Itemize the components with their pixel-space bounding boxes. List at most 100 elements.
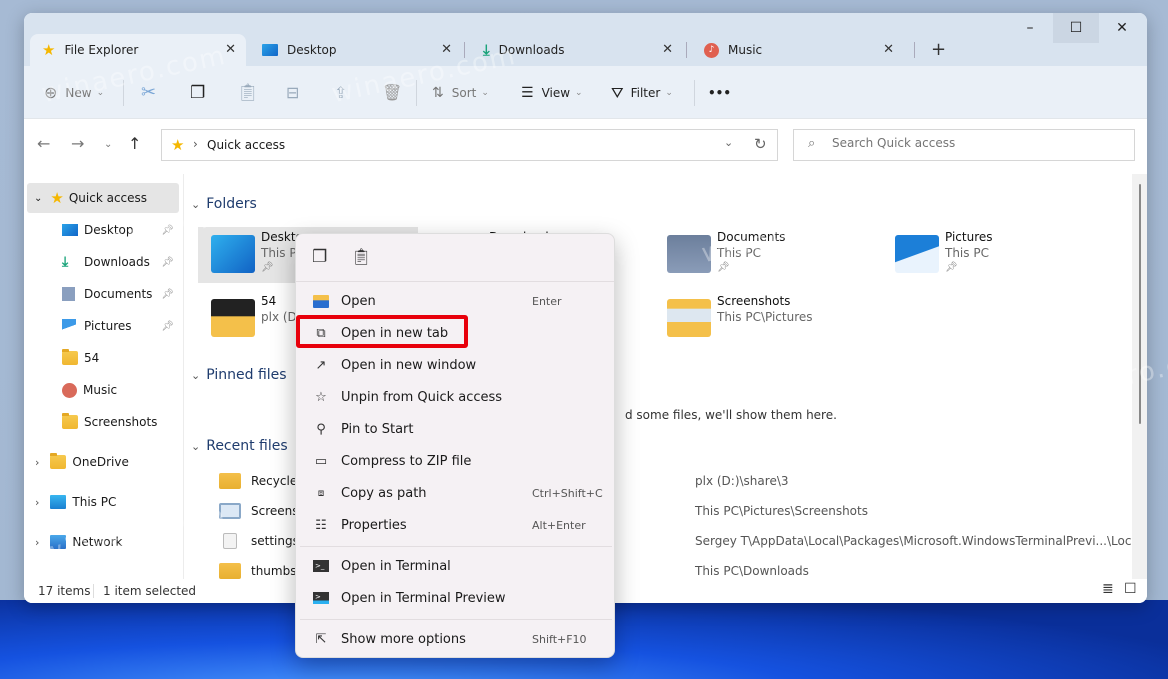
sidebar-item-54[interactable]: 54 [24, 343, 180, 373]
chevron-down-icon: ⌄ [481, 87, 489, 98]
recent-locations-button[interactable]: ⌄ [104, 139, 112, 150]
up-button[interactable]: ↑ [128, 134, 141, 153]
menu-item-show-more-options[interactable]: ⇱ Show more options Shift+F10 [302, 624, 608, 654]
chevron-down-icon[interactable]: ⌄ [724, 136, 733, 149]
star-icon: ★ [171, 136, 185, 154]
folder-icon [211, 299, 255, 337]
tab-file-explorer[interactable]: ★ File Explorer ✕ [30, 34, 246, 66]
folder-tile-pictures[interactable]: Pictures This PC 📌︎ [882, 227, 1102, 283]
sidebar-item-quick-access[interactable]: ⌄ ★ Quick access [27, 183, 179, 213]
menu-item-open-in-new-window[interactable]: ↗ Open in new window [302, 350, 608, 380]
chevron-down-icon: ⌄ [191, 439, 201, 453]
tab-desktop[interactable]: Desktop ✕ [250, 34, 462, 66]
menu-item-pin-to-start[interactable]: ⚲ Pin to Start [302, 414, 608, 444]
pin-icon: 📌︎ [161, 256, 174, 268]
sidebar-item-network[interactable]: › Network [24, 527, 180, 557]
menu-item-unpin-quick-access[interactable]: ☆ Unpin from Quick access [302, 382, 608, 412]
details-view-icon[interactable]: ≣ [1102, 581, 1114, 597]
folder-tile-documents[interactable]: Documents This PC 📌︎ [654, 227, 874, 283]
tab-downloads[interactable]: ⤓ Downloads ✕ [471, 34, 683, 66]
maximize-button[interactable]: ☐ [1053, 13, 1099, 43]
zip-icon: ▭ [314, 453, 328, 469]
sidebar-item-this-pc[interactable]: › This PC [24, 487, 180, 517]
minimize-button[interactable]: – [1007, 13, 1053, 43]
chevron-right-icon[interactable]: › [35, 496, 39, 509]
forward-button[interactable]: → [71, 134, 84, 153]
network-icon [50, 535, 67, 549]
sidebar-item-documents[interactable]: Documents 📌︎ [24, 279, 180, 309]
refresh-icon[interactable]: ↻ [754, 135, 767, 153]
scrollbar-thumb[interactable] [1139, 184, 1141, 424]
vertical-scrollbar[interactable] [1132, 174, 1147, 579]
sidebar-item-downloads[interactable]: ⤓ Downloads 📌︎ [24, 247, 180, 277]
highlight-box [296, 315, 468, 348]
music-icon: ♪ [704, 42, 719, 58]
folder-tile-screenshots[interactable]: Screenshots This PC\Pictures [654, 291, 874, 347]
breadcrumb-separator: › [193, 137, 198, 151]
menu-item-open[interactable]: Open Enter [302, 286, 608, 316]
close-tab-icon[interactable]: ✕ [441, 42, 452, 57]
documents-icon [62, 287, 75, 301]
folders-section-header[interactable]: ⌄ Folders [191, 196, 257, 212]
desktop-folder-icon [211, 235, 255, 273]
new-tab-button[interactable]: + [931, 39, 946, 60]
copy-path-icon: ⧈ [317, 487, 325, 499]
search-input[interactable] [832, 136, 1122, 150]
menu-item-compress-zip[interactable]: ▭ Compress to ZIP file [302, 446, 608, 476]
copy-button[interactable]: ❐ [190, 66, 205, 119]
tab-music[interactable]: ♪ Music ✕ [692, 34, 904, 66]
chevron-down-icon: ⌄ [96, 87, 105, 98]
pinned-files-section-header[interactable]: ⌄ Pinned files [191, 367, 287, 383]
pin-icon: 📌︎ [161, 288, 174, 300]
sidebar-item-desktop[interactable]: Desktop 📌︎ [24, 215, 180, 245]
toolbar-separator [416, 80, 417, 106]
more-options-icon: ⇱ [315, 631, 327, 647]
sidebar-item-onedrive[interactable]: › OneDrive [24, 447, 180, 477]
download-icon: ⤓ [483, 41, 490, 59]
share-icon: ⇪ [334, 83, 348, 102]
menu-item-open-in-terminal-preview[interactable]: > Open in Terminal Preview [302, 583, 608, 613]
copy-icon[interactable]: ❐ [312, 247, 327, 267]
close-tab-icon[interactable]: ✕ [225, 42, 236, 57]
search-icon: ⌕ [808, 136, 816, 151]
address-bar[interactable]: ★ › Quick access ⌄ ↻ [161, 129, 778, 161]
menu-item-copy-as-path[interactable]: ⧈ Copy as path Ctrl+Shift+C [302, 478, 608, 508]
sidebar-item-music[interactable]: Music [24, 375, 180, 405]
tiles-view-icon[interactable]: ☐ [1124, 581, 1137, 597]
recent-files-section-header[interactable]: ⌄ Recent files [191, 438, 288, 454]
menu-item-properties[interactable]: ☷ Properties Alt+Enter [302, 510, 608, 540]
sidebar-item-pictures[interactable]: Pictures 📌︎ [24, 311, 180, 341]
folder-icon [62, 413, 78, 429]
back-button[interactable]: ← [37, 134, 50, 153]
delete-button[interactable]: 🗑︎ [382, 66, 402, 119]
rename-button[interactable]: ⊟ [286, 66, 299, 119]
sort-button[interactable]: ⇅ Sort ⌄ [432, 66, 489, 119]
more-options-button[interactable]: ••• [708, 66, 731, 119]
pin-icon: 📌︎ [161, 320, 174, 332]
menu-separator [300, 546, 612, 547]
close-tab-icon[interactable]: ✕ [883, 42, 894, 57]
menu-item-open-in-terminal[interactable]: >_ Open in Terminal [302, 551, 608, 581]
toolbar-separator [694, 80, 695, 106]
new-button[interactable]: ⊕ New ⌄ [44, 66, 104, 119]
sort-icon: ⇅ [432, 84, 444, 101]
view-button[interactable]: ☰ View ⌄ [521, 66, 583, 119]
zip-folder-icon [219, 473, 241, 489]
chevron-right-icon[interactable]: › [35, 536, 39, 549]
star-icon: ★ [42, 41, 56, 59]
chevron-down-icon: ⌄ [34, 192, 43, 204]
unpin-icon: ☆ [315, 389, 327, 405]
breadcrumb-quick-access[interactable]: Quick access [207, 138, 285, 152]
share-button[interactable]: ⇪ [334, 66, 347, 119]
chevron-right-icon[interactable]: › [35, 456, 39, 469]
paste-button[interactable]: 📋︎ [237, 66, 259, 119]
filter-button[interactable]: ⛛ Filter ⌄ [611, 66, 673, 119]
cut-button[interactable]: ✂ [141, 66, 156, 119]
paste-icon: 📋︎ [237, 82, 259, 103]
paste-icon[interactable]: 📋︎ [351, 247, 371, 266]
sidebar-item-screenshots[interactable]: Screenshots [24, 407, 180, 437]
screenshots-folder-icon [667, 299, 711, 337]
search-box[interactable]: ⌕ [793, 129, 1135, 161]
close-window-button[interactable]: ✕ [1099, 13, 1145, 43]
close-tab-icon[interactable]: ✕ [662, 42, 673, 57]
